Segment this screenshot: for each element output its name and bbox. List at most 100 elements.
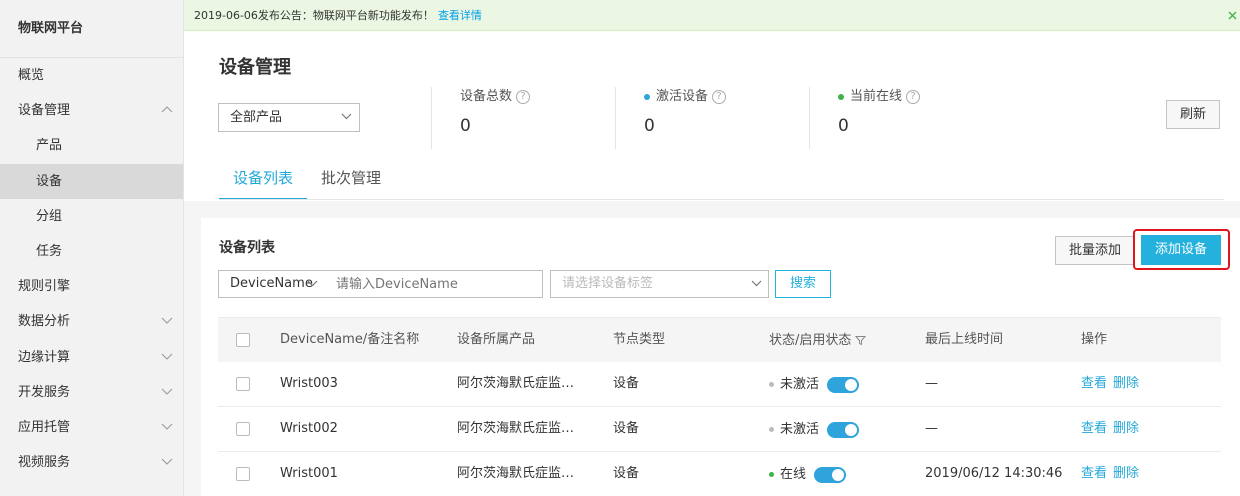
stat-total: 设备总数? 0 [431,87,531,149]
sidebar-item[interactable]: 任务 [0,234,183,269]
column-header: 操作 [1081,332,1108,347]
table-body: Wrist003 阿尔茨海默氏症监… 设备 未激活 — 查看 删除 Wrist002 阿尔茨海默… [218,362,1221,496]
status-dot [838,94,844,100]
view-link[interactable]: 查看 [1081,421,1107,436]
status-dot [769,427,774,432]
chevron-down-icon [751,280,762,287]
device-status: 在线 [769,452,847,496]
column-header: 节点类型 [613,332,666,347]
column-header: 状态/启用状态 [769,332,852,348]
product-select-value: 全部产品 [230,110,283,125]
search-button[interactable]: 搜索 [775,270,831,298]
node-type: 设备 [613,376,640,391]
help-icon[interactable]: ? [712,90,727,104]
stat-value: 0 [644,116,655,136]
device-name: Wrist002 [280,421,338,436]
column-header: 最后上线时间 [925,332,1004,347]
announcement-link[interactable]: 查看详情 [438,9,482,22]
field-select[interactable]: DeviceName [218,270,325,298]
table-header: DeviceName/备注名称 设备所属产品 节点类型 状态/启用状态 最后上线… [218,317,1221,362]
device-name: Wrist001 [280,466,338,481]
column-header: 设备所属产品 [457,332,536,347]
last-online-time: 2019/06/12 14:30:46 [925,466,1063,481]
column-header-status: 状态/启用状态 [769,318,867,363]
sidebar-item[interactable]: 开发服务 [0,375,183,410]
row-actions: 查看 删除 [1081,452,1145,496]
select-all-checkbox[interactable] [236,333,250,347]
device-status: 未激活 [769,362,860,407]
status-dot [644,94,650,100]
chevron-down-icon [159,340,175,375]
sidebar-item-label: 视频服务 [18,455,71,471]
close-icon[interactable] [1226,0,1238,31]
device-name: Wrist003 [280,376,338,391]
field-select-value: DeviceName [230,276,313,291]
sidebar-item[interactable]: 视频服务 [0,445,183,480]
view-link[interactable]: 查看 [1081,376,1107,391]
sidebar-item-label: 数据分析 [18,314,71,330]
status-text: 在线 [780,466,807,482]
batch-add-button[interactable]: 批量添加 [1055,236,1135,265]
announcement-bar: 2019-06-06发布公告：物联网平台新功能发布！ 查看详情 [184,0,1240,31]
tag-select-placeholder: 请选择设备标签 [562,276,654,291]
delete-link[interactable]: 删除 [1113,421,1139,436]
last-online-time: — [925,421,938,436]
sidebar-item-label: 分组 [36,208,63,224]
status-dot [769,472,774,477]
node-type: 设备 [613,466,640,481]
sidebar-item-label: 设备 [36,173,63,189]
chevron-down-icon [159,410,175,445]
enable-toggle[interactable] [827,421,860,438]
row-actions: 查看 删除 [1081,362,1145,407]
sidebar-item[interactable]: 设备管理 [0,93,183,128]
filter-icon[interactable] [855,335,867,346]
sidebar-item[interactable]: 数据分析 [0,304,183,339]
row-checkbox[interactable] [236,422,250,436]
announcement-text: 2019-06-06发布公告：物联网平台新功能发布！ [194,9,434,22]
sidebar-item[interactable]: 边缘计算 [0,340,183,375]
page-title: 设备管理 [219,57,291,78]
product-select[interactable]: 全部产品 [218,103,360,132]
device-name-input[interactable] [324,270,543,298]
list-title: 设备列表 [219,240,275,256]
sidebar-nav: 概览设备管理产品设备分组任务 规则引擎数据分析边缘计算开发服务 应用托管视频服务 [0,58,183,480]
enable-toggle[interactable] [814,466,847,483]
delete-link[interactable]: 删除 [1113,466,1139,481]
sidebar-item[interactable]: 分组 [0,199,183,234]
device-list-panel: 设备列表 批量添加 添加设备 DeviceName 请选择设备标签 搜索 Dev… [201,218,1240,496]
row-checkbox[interactable] [236,467,250,481]
table-row: Wrist001 阿尔茨海默氏症监… 设备 在线 2019/06/12 14:30:46… [218,452,1221,496]
sidebar: 物联网平台 概览 设备管理 产品 设备 分组 任务 规则引擎 数据分析 边缘计算 开发服务 应用托管… [0,0,184,496]
help-icon[interactable]: ? [906,90,921,104]
sidebar-item[interactable]: 规则引擎 [0,269,183,304]
tab-device-list[interactable]: 设备列表 [219,159,308,200]
column-header: DeviceName/备注名称 [280,332,420,347]
sidebar-item[interactable]: 应用托管 [0,410,183,445]
enable-toggle[interactable] [827,376,860,393]
row-checkbox[interactable] [236,377,250,391]
header-panel: 设备管理 全部产品 设备总数? 0 激活设备? 0 当前在线? 0 刷新 设备列… [184,31,1240,201]
stat-label: 激活设备 [656,89,709,104]
sidebar-item-label: 设备管理 [18,103,71,119]
tag-select[interactable]: 请选择设备标签 [550,270,769,298]
tab-batch-management[interactable]: 批次管理 [307,159,395,200]
sidebar-item-label: 边缘计算 [18,349,71,365]
device-product: 阿尔茨海默氏症监… [457,466,575,481]
sidebar-item-label: 产品 [36,138,63,154]
node-type: 设备 [613,421,640,436]
chevron-up-icon [159,93,175,128]
add-device-button[interactable]: 添加设备 [1141,235,1221,265]
sidebar-item[interactable]: 产品 [0,128,183,163]
status-text: 未激活 [780,421,820,437]
chevron-down-icon [307,280,318,287]
divider [219,199,1224,200]
stat-active: 激活设备? 0 [615,87,727,149]
sidebar-item[interactable]: 概览 [0,58,183,93]
refresh-button[interactable]: 刷新 [1166,100,1220,129]
sidebar-item-label: 概览 [18,68,45,83]
help-icon[interactable]: ? [516,90,531,104]
status-dot [769,382,774,387]
delete-link[interactable]: 删除 [1113,376,1139,391]
view-link[interactable]: 查看 [1081,466,1107,481]
sidebar-item[interactable]: 设备 [0,163,183,199]
